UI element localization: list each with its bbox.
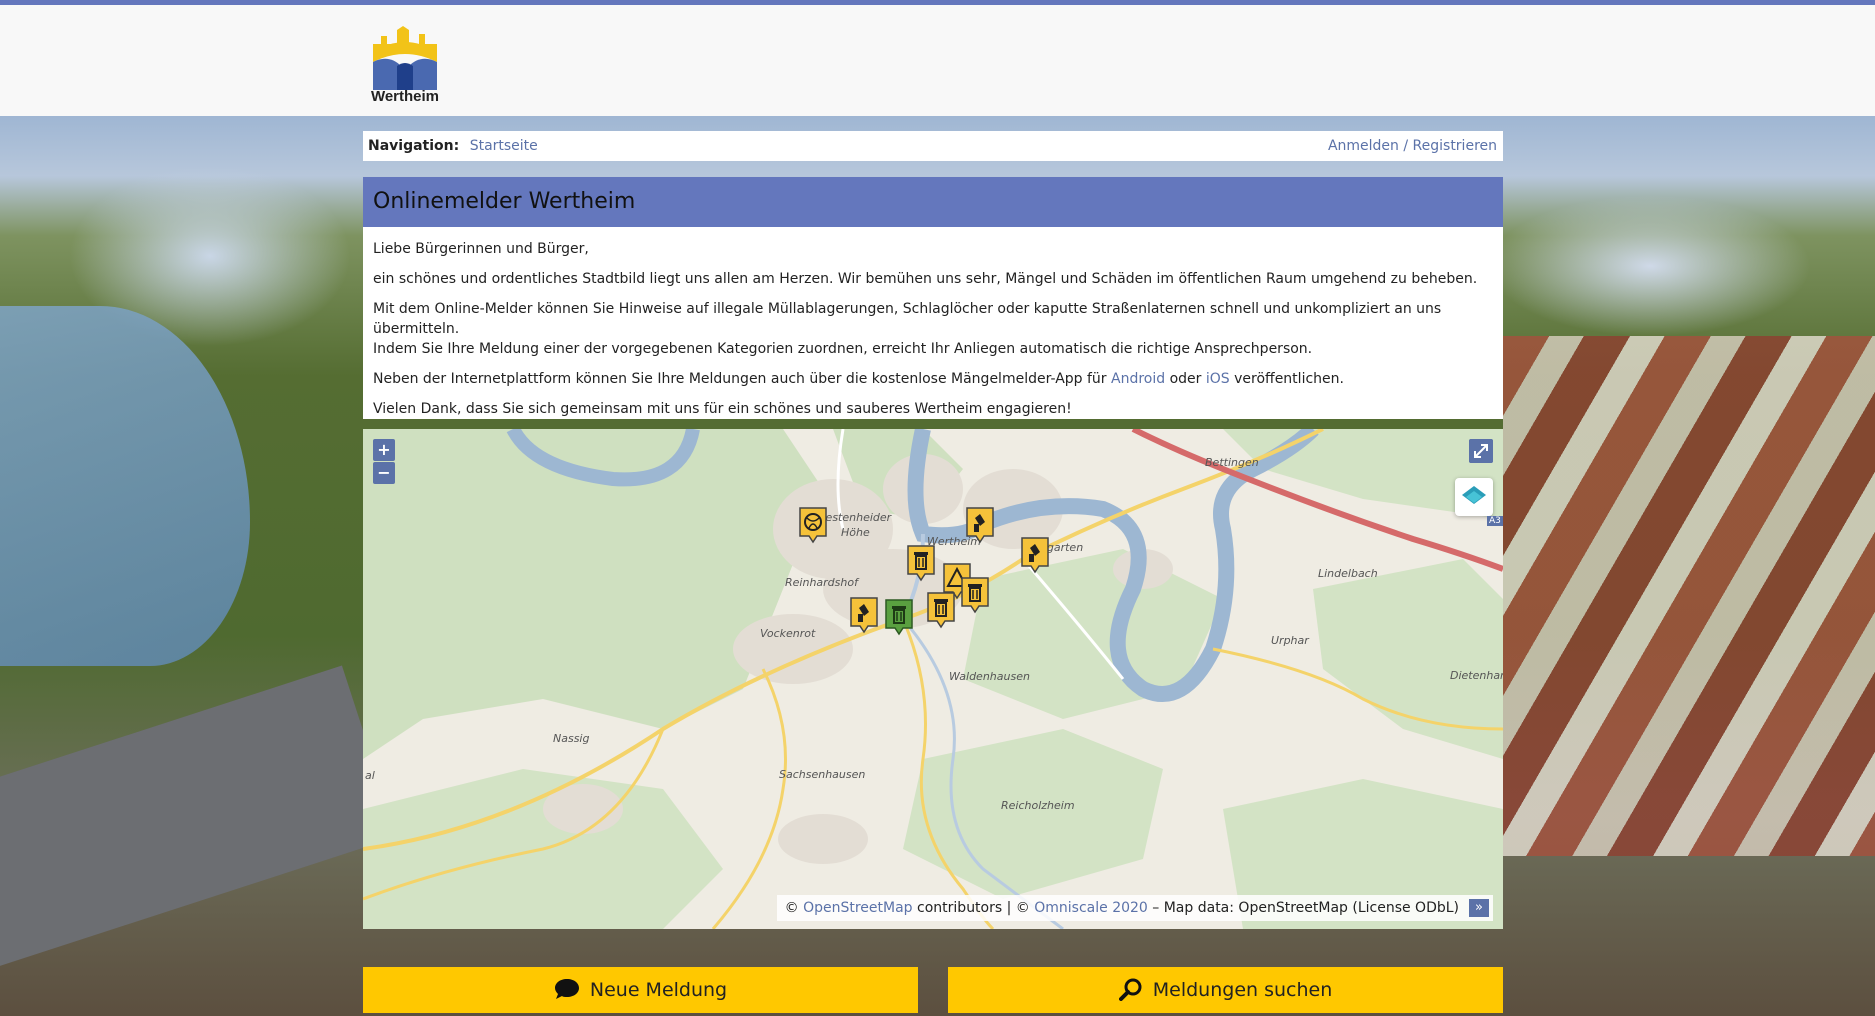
map-label-bettingen: Bettingen [1205,456,1259,469]
map-label-dietenhan: Dietenhan [1450,669,1503,682]
map-label-a3: A3 [1487,516,1503,526]
map-marker-trash-done[interactable] [884,598,914,636]
app-text-after: veröffentlichen. [1234,371,1344,387]
map-label-bestenheider-hohe-1: Bestenheider [818,511,892,524]
app-text-before: Neben der Internetplattform können Sie I… [373,371,1107,387]
site-header: Wertheim [0,5,1875,116]
ios-app-link[interactable]: iOS [1206,371,1230,387]
background-rooftops [1503,336,1875,856]
search-icon [1118,978,1142,1001]
omniscale-link[interactable]: Omniscale 2020 [1034,900,1148,916]
layers-icon [1462,486,1486,504]
navigation-label: Navigation: [368,138,460,154]
map-marker-lamp[interactable] [849,596,879,634]
report-map[interactable]: + − Bettingen Bestenheider Höhe Wertheim… [363,429,1503,929]
new-report-label: Neue Meldung [589,979,728,1001]
map-label-reinhardshof: Reinhardshof [785,576,858,589]
background-right [1503,116,1875,1016]
map-attribution: © OpenStreetMap contributors | © Omnisca… [776,895,1493,921]
android-app-link[interactable]: Android [1111,371,1165,387]
map-marker-lamp[interactable] [1020,536,1050,574]
map-label-edge: al [365,769,375,782]
new-report-button[interactable]: Neue Meldung [363,967,918,1013]
zoom-in-button[interactable]: + [373,439,395,461]
page-title: Onlinemelder Wertheim [363,177,1503,227]
map-label-lindelbach: Lindelbach [1318,567,1378,580]
greeting-text: Liebe Bürgerinnen und Bürger, [373,241,589,257]
map-marker-trash[interactable] [926,591,956,629]
map-label-urphar: Urphar [1271,634,1309,647]
map-marker-lamp[interactable] [965,506,995,544]
intro-paragraph-2: Mit dem Online-Melder können Sie Hinweis… [373,299,1493,359]
intro-paragraph-1: ein schönes und ordentliches Stadtbild l… [373,271,1478,287]
intro-text: Liebe Bürgerinnen und Bürger, ein schöne… [363,227,1503,419]
map-label-bestenheider-hohe-2: Höhe [841,526,870,539]
attribution-prefix: © [784,900,799,916]
map-label-sachsenhausen: Sachsenhausen [779,768,866,781]
zoom-controls: + − [373,439,395,485]
map-marker-playground[interactable] [798,506,828,544]
map-label-nassig: Nassig [553,732,590,745]
speech-bubble-icon [554,978,579,999]
intro-paragraph-2-line-1: Mit dem Online-Melder können Sie Hinweis… [373,301,1442,337]
intro-paragraph-3: Neben der Internetplattform können Sie I… [373,369,1493,389]
intro-paragraph-2-line-2: Indem Sie Ihre Meldung einer der vorgege… [373,341,1313,357]
background-river [0,306,250,666]
map-marker-trash[interactable] [906,544,936,582]
login-register-link[interactable]: Anmelden / Registrieren [1328,131,1497,161]
zoom-out-button[interactable]: − [373,462,395,484]
map-base-layer[interactable] [363,429,1503,929]
attribution-suffix: – Map data: OpenStreetMap (License ODbL) [1152,900,1459,916]
search-reports-label: Meldungen suchen [1152,979,1333,1001]
background-road [0,665,363,967]
layers-button[interactable] [1455,478,1493,516]
nav-link-startseite[interactable]: Startseite [470,138,538,154]
attribution-toggle-button[interactable]: » [1469,899,1489,917]
map-marker-trash[interactable] [960,576,990,614]
search-reports-button[interactable]: Meldungen suchen [948,967,1503,1013]
thanks-text: Vielen Dank, dass Sie sich gemeinsam mit… [373,401,1072,417]
logo-text: Wertheim [370,88,440,105]
attribution-contributors: contributors | © [917,900,1030,916]
fullscreen-icon[interactable] [1469,439,1493,463]
app-text-oder: oder [1169,371,1202,387]
map-label-vockenrot: Vockenrot [760,627,816,640]
openstreetmap-link[interactable]: OpenStreetMap [803,900,912,916]
navigation-bar: Navigation: Startseite Anmelden / Regist… [363,131,1503,161]
background-left [0,116,363,1016]
map-label-waldenhausen: Waldenhausen [949,670,1030,683]
map-label-reicholzheim: Reicholzheim [1001,799,1075,812]
